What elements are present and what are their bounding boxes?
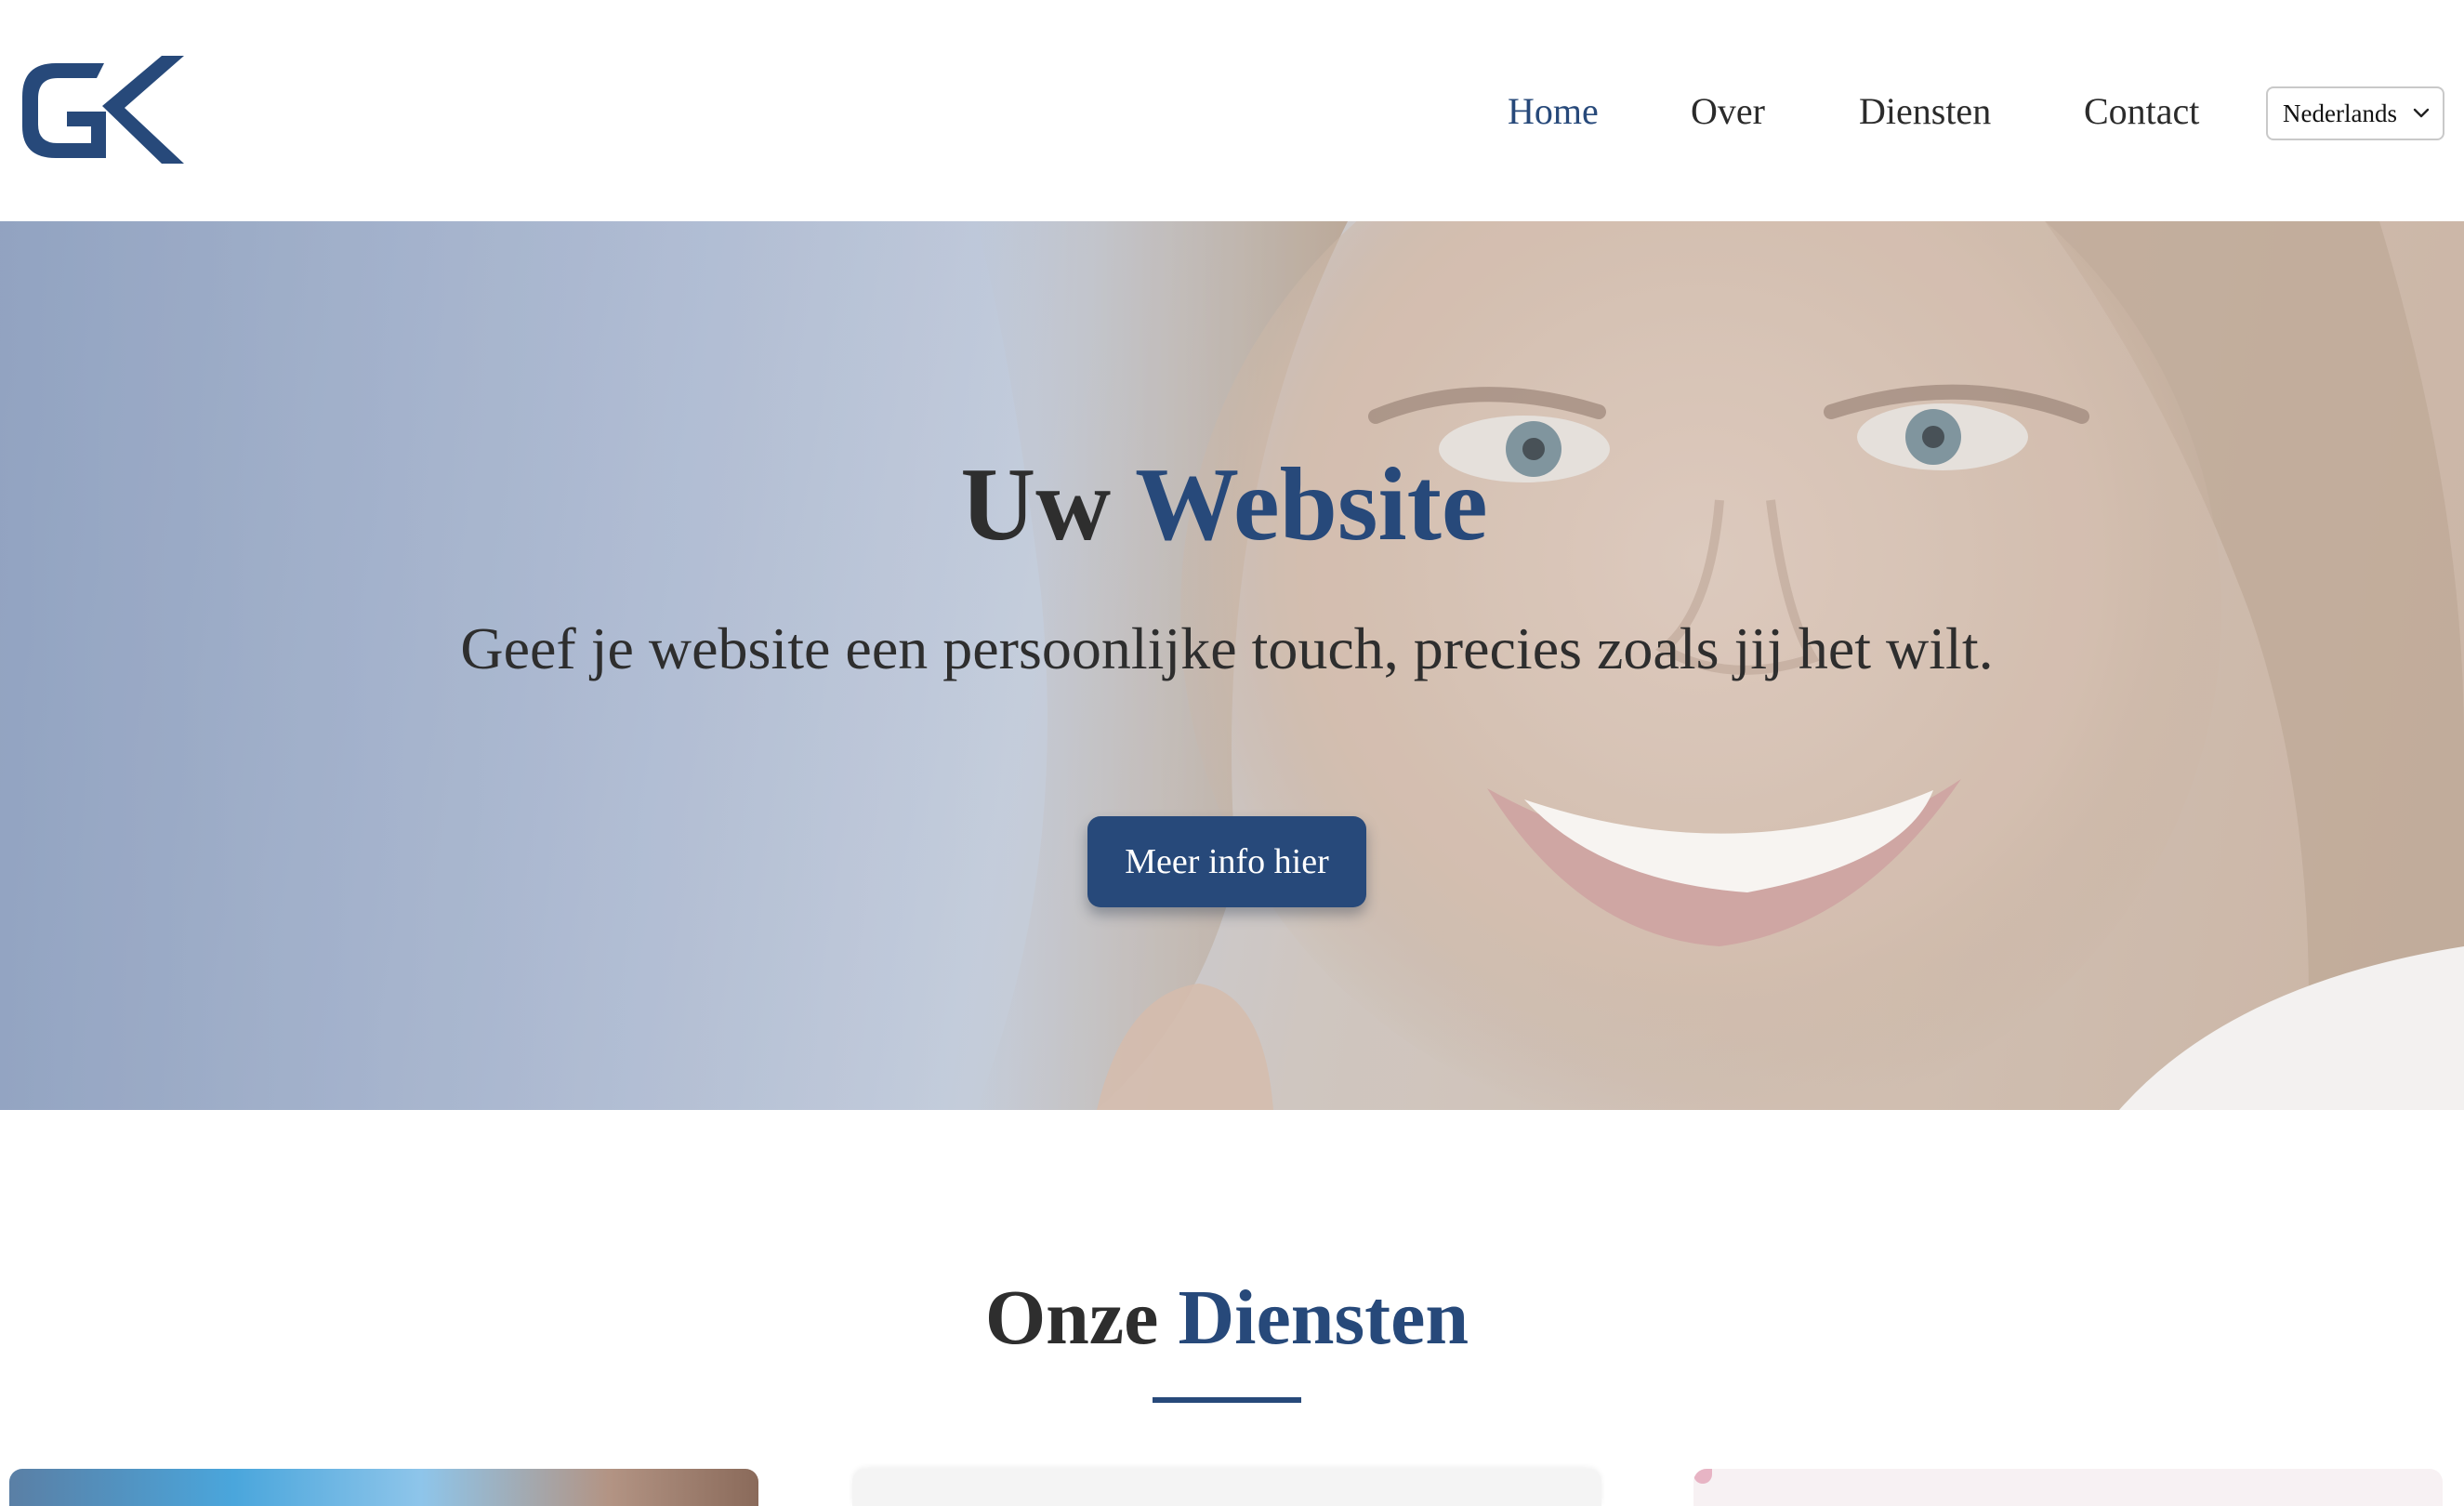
services-title-part1: Onze: [984, 1275, 1159, 1361]
hero-section: Uw Website Geef je website een persoonli…: [0, 221, 2464, 1110]
more-info-button[interactable]: Meer info hier: [1087, 816, 1366, 907]
language-select[interactable]: Nederlands: [2266, 86, 2444, 140]
services-title-accent: Diensten: [1178, 1275, 1469, 1361]
chevron-down-icon: [2413, 108, 2430, 118]
hero-title: Uw Website: [0, 444, 2448, 565]
hero-title-accent: Website: [1135, 447, 1488, 562]
nav-diensten[interactable]: Diensten: [1859, 86, 1991, 138]
service-card-2[interactable]: [852, 1469, 1601, 1506]
services-divider: [1153, 1397, 1301, 1403]
main-nav: Home Over Diensten Contact: [0, 86, 2464, 138]
language-select-value: Nederlands: [2283, 99, 2397, 127]
hero-title-part1: Uw: [960, 447, 1112, 562]
hero-subtitle: Geef je website een persoonlijke touch, …: [460, 615, 1994, 681]
nav-over[interactable]: Over: [1691, 86, 1765, 138]
nav-home[interactable]: Home: [1508, 86, 1599, 138]
service-card-image: [1693, 1469, 1712, 1484]
service-card-3[interactable]: [1693, 1469, 2443, 1506]
services-title: Onze Diensten: [0, 1272, 2454, 1365]
service-card-1[interactable]: [9, 1469, 758, 1506]
site-header: Home Over Diensten Contact Nederlands: [0, 0, 2464, 221]
nav-contact[interactable]: Contact: [2084, 86, 2199, 138]
